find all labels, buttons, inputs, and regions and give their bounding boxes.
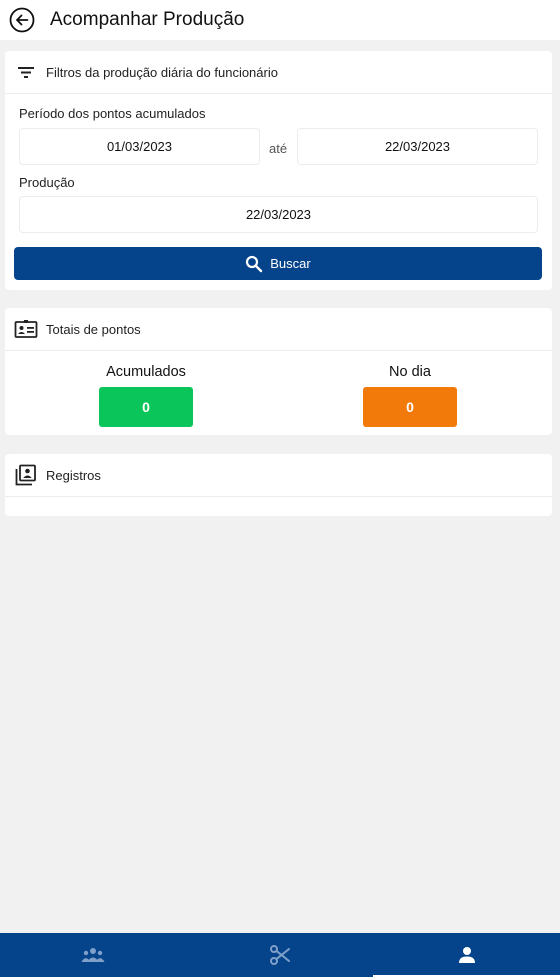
date-to-input[interactable] <box>297 128 538 165</box>
accumulated-value-badge: 0 <box>99 387 193 427</box>
contact-list-icon <box>14 463 38 487</box>
accumulated-label: Acumulados <box>106 364 186 380</box>
people-group-icon <box>81 948 105 962</box>
arrow-left-circle-icon <box>9 7 35 33</box>
production-date-input[interactable] <box>19 196 538 233</box>
person-icon <box>458 947 475 963</box>
filter-icon <box>14 60 38 84</box>
nav-profile[interactable] <box>373 933 560 977</box>
records-card: Registros <box>5 454 552 516</box>
search-button[interactable]: Buscar <box>14 247 542 280</box>
date-separator: até <box>269 141 288 156</box>
records-card-header: Registros <box>5 454 552 497</box>
filters-card: Filtros da produção diária do funcionári… <box>5 51 552 290</box>
back-button[interactable] <box>8 6 36 34</box>
totals-card: Totais de pontos Acumulados 0 No dia 0 <box>5 308 552 435</box>
id-card-icon <box>14 317 38 341</box>
day-total: No dia 0 <box>363 363 457 427</box>
production-label: Produção <box>19 175 75 190</box>
search-icon <box>245 255 263 273</box>
filters-card-header: Filtros da produção diária do funcionári… <box>5 51 552 94</box>
nav-production[interactable] <box>187 933 374 977</box>
totals-card-header: Totais de pontos <box>5 308 552 351</box>
day-value-badge: 0 <box>363 387 457 427</box>
filters-title: Filtros da produção diária do funcionári… <box>46 64 278 80</box>
totals-title: Totais de pontos <box>46 321 141 337</box>
app-header: Acompanhar Produção <box>0 0 560 40</box>
accumulated-total: Acumulados 0 <box>99 363 193 427</box>
bottom-navigation <box>0 933 560 977</box>
nav-team[interactable] <box>0 933 187 977</box>
date-from-input[interactable] <box>19 128 260 165</box>
day-label: No dia <box>389 364 431 380</box>
search-button-label: Buscar <box>270 256 311 271</box>
page-title: Acompanhar Produção <box>50 9 245 30</box>
period-label: Período dos pontos acumulados <box>19 106 206 121</box>
scissors-icon <box>270 945 290 965</box>
records-title: Registros <box>46 467 101 483</box>
